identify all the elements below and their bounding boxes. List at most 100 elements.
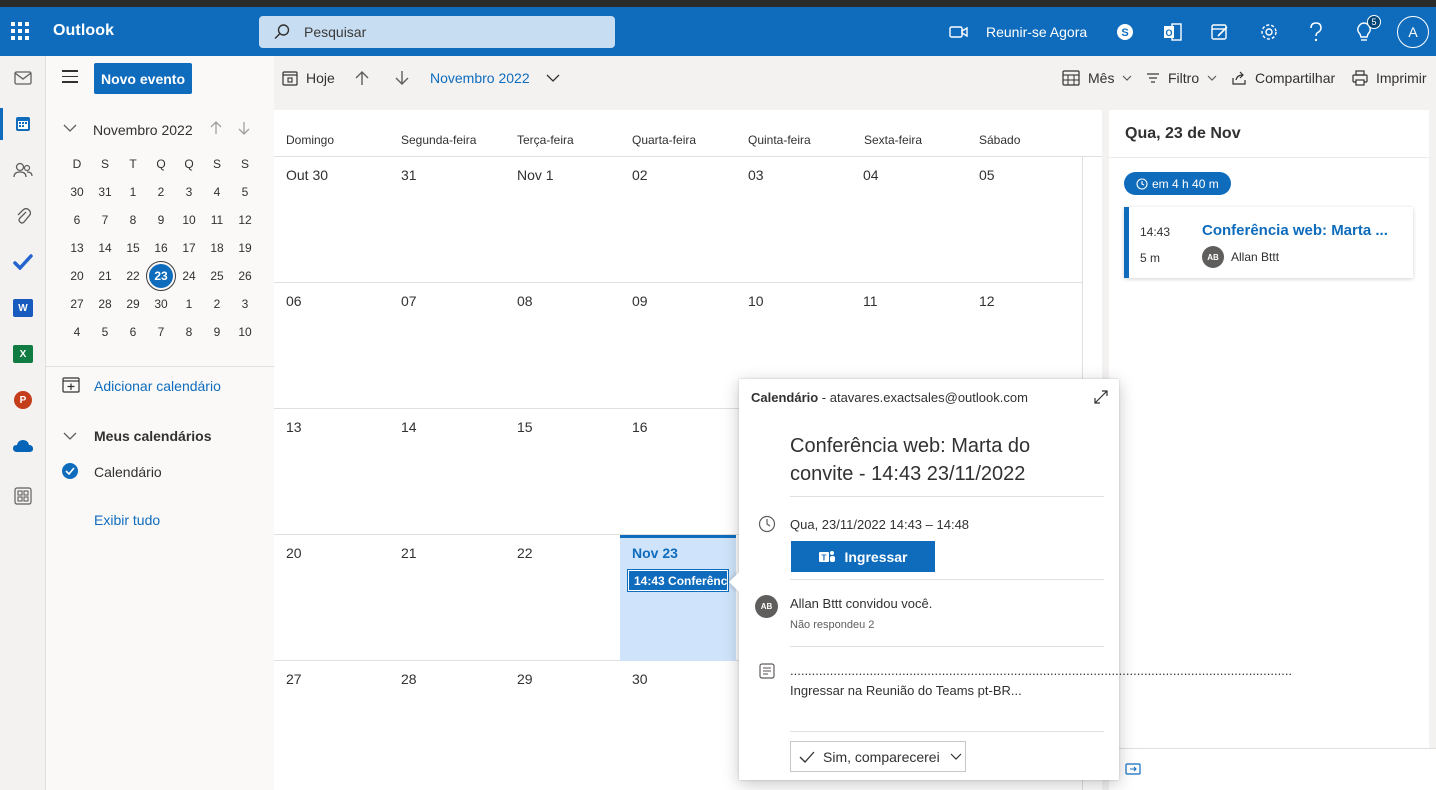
day-cell[interactable]: 29 xyxy=(505,661,620,787)
collapse-chevron-icon[interactable] xyxy=(63,123,77,133)
day-cell[interactable]: 21 xyxy=(389,535,505,661)
mini-day[interactable]: 17 xyxy=(175,241,203,255)
mini-day[interactable]: 7 xyxy=(147,325,175,339)
mini-day[interactable]: 28 xyxy=(91,297,119,311)
todo-check-icon[interactable] xyxy=(0,242,46,282)
mini-day[interactable]: 4 xyxy=(203,185,231,199)
mini-day[interactable]: 26 xyxy=(231,269,259,283)
mini-day[interactable]: 29 xyxy=(119,297,147,311)
mini-day[interactable]: 31 xyxy=(91,185,119,199)
mini-day[interactable]: 5 xyxy=(231,185,259,199)
mini-day[interactable]: 4 xyxy=(63,325,91,339)
mini-day[interactable]: 9 xyxy=(203,325,231,339)
account-avatar[interactable]: A xyxy=(1397,16,1429,48)
join-teams-button[interactable]: T Ingressar xyxy=(791,541,935,572)
settings-gear-icon[interactable] xyxy=(1258,16,1280,48)
mini-day[interactable]: 20 xyxy=(63,269,91,283)
day-cell[interactable]: 16 xyxy=(620,409,736,535)
app-launcher-icon[interactable] xyxy=(11,22,30,41)
today-button[interactable]: Hoje xyxy=(282,64,335,92)
mini-day[interactable]: 18 xyxy=(203,241,231,255)
mini-day[interactable]: 30 xyxy=(147,297,175,311)
day-cell[interactable]: 05 xyxy=(967,157,1082,283)
mini-day[interactable]: 22 xyxy=(119,269,147,283)
mini-day[interactable]: 8 xyxy=(175,325,203,339)
mini-day[interactable]: 3 xyxy=(231,297,259,311)
day-cell[interactable]: 04 xyxy=(851,157,967,283)
more-apps-icon[interactable] xyxy=(0,476,46,516)
share-button[interactable]: Compartilhar xyxy=(1231,64,1335,92)
mini-calendar-month[interactable]: Novembro 2022 xyxy=(93,122,193,138)
mini-day[interactable]: 8 xyxy=(119,213,147,227)
day-cell[interactable]: 08 xyxy=(505,283,620,409)
my-calendars-group[interactable]: Meus calendários xyxy=(46,424,274,448)
my-day-icon[interactable] xyxy=(1209,16,1231,48)
mini-day[interactable]: 7 xyxy=(91,213,119,227)
mini-day[interactable]: 1 xyxy=(119,185,147,199)
next-month-arrow-icon[interactable] xyxy=(238,121,250,135)
mini-day[interactable]: 2 xyxy=(203,297,231,311)
next-arrow-icon[interactable] xyxy=(394,64,410,92)
onedrive-cloud-icon[interactable] xyxy=(0,426,46,466)
agenda-event-card[interactable]: 14:43 5 m Conferência web: Marta ... AB … xyxy=(1124,207,1413,278)
day-cell[interactable]: 07 xyxy=(389,283,505,409)
mini-day[interactable]: 9 xyxy=(147,213,175,227)
mini-day[interactable]: 3 xyxy=(175,185,203,199)
mini-day[interactable]: 5 xyxy=(91,325,119,339)
office-feed-icon[interactable]: O xyxy=(1162,16,1184,48)
mini-day[interactable]: 10 xyxy=(231,325,259,339)
mini-day[interactable]: 15 xyxy=(119,241,147,255)
month-selector[interactable]: Novembro 2022 xyxy=(430,64,560,92)
mini-day[interactable]: 19 xyxy=(231,241,259,255)
day-cell[interactable]: 30 xyxy=(620,661,736,787)
mini-day[interactable]: 6 xyxy=(119,325,147,339)
day-cell[interactable]: Nov 1 xyxy=(505,157,620,283)
day-cell[interactable]: 03 xyxy=(736,157,851,283)
excel-icon[interactable]: X xyxy=(0,334,46,374)
mini-day[interactable]: 11 xyxy=(203,213,231,227)
day-cell[interactable]: 15 xyxy=(505,409,620,535)
search-box[interactable] xyxy=(259,16,615,48)
rsvp-dropdown[interactable]: Sim, comparecerei xyxy=(790,741,966,772)
calendar-toggle[interactable]: Calendário xyxy=(46,460,274,484)
mini-day[interactable]: 24 xyxy=(175,269,203,283)
mail-icon[interactable] xyxy=(0,58,46,98)
previous-month-arrow-icon[interactable] xyxy=(210,121,222,135)
help-icon[interactable] xyxy=(1305,16,1327,48)
day-cell[interactable]: 13 xyxy=(274,409,389,535)
new-event-button[interactable]: Novo evento xyxy=(94,63,192,94)
word-icon[interactable]: W xyxy=(0,288,46,328)
skype-icon[interactable]: S xyxy=(1114,16,1136,48)
mini-day[interactable]: 10 xyxy=(175,213,203,227)
mini-day[interactable]: 14 xyxy=(91,241,119,255)
mini-day[interactable]: 6 xyxy=(63,213,91,227)
day-cell[interactable]: 02 xyxy=(620,157,736,283)
calendar-icon[interactable] xyxy=(0,104,46,144)
mini-day[interactable]: 21 xyxy=(91,269,119,283)
expand-icon[interactable] xyxy=(1093,389,1109,405)
day-cell[interactable]: 27 xyxy=(274,661,389,787)
day-cell[interactable]: 20 xyxy=(274,535,389,661)
add-calendar-link[interactable]: Adicionar calendário xyxy=(46,374,274,398)
view-switcher[interactable]: Mês xyxy=(1062,64,1132,92)
print-button[interactable]: Imprimir xyxy=(1352,64,1427,92)
app-name[interactable]: Outlook xyxy=(53,22,114,40)
event-chip[interactable]: 14:43 Conferênci xyxy=(627,569,729,592)
day-cell[interactable]: 31 xyxy=(389,157,505,283)
day-cell[interactable]: 09 xyxy=(620,283,736,409)
day-cell[interactable]: 06 xyxy=(274,283,389,409)
mini-day[interactable]: 27 xyxy=(63,297,91,311)
mini-day[interactable]: 30 xyxy=(63,185,91,199)
show-all-link[interactable]: Exibir tudo xyxy=(94,512,160,528)
mini-day[interactable]: 16 xyxy=(147,241,175,255)
today-day-cell[interactable]: Nov 23 14:43 Conferênci xyxy=(620,535,736,661)
mini-day[interactable]: 2 xyxy=(147,185,175,199)
mini-day[interactable]: 13 xyxy=(63,241,91,255)
mini-day[interactable]: 12 xyxy=(231,213,259,227)
people-icon[interactable] xyxy=(0,150,46,190)
day-cell[interactable]: 28 xyxy=(389,661,505,787)
mini-day[interactable]: 1 xyxy=(175,297,203,311)
filter-button[interactable]: Filtro xyxy=(1146,64,1217,92)
hamburger-menu-icon[interactable] xyxy=(62,70,78,87)
attachments-paperclip-icon[interactable] xyxy=(0,196,46,236)
